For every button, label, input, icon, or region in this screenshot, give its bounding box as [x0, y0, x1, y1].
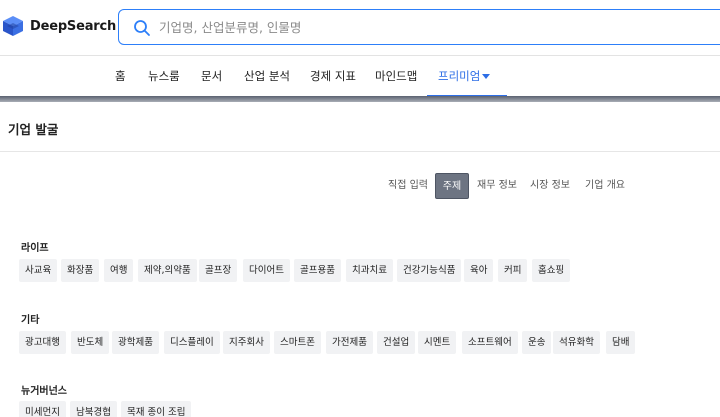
topic-chip[interactable]: 소프트웨어 [462, 331, 518, 354]
search-input[interactable] [159, 10, 699, 44]
topic-chip[interactable]: 반도체 [71, 331, 110, 354]
topic-chip[interactable]: 다이어트 [243, 259, 290, 282]
topic-chip[interactable]: 시멘트 [418, 331, 457, 354]
search-icon[interactable] [133, 19, 151, 37]
top-bar: DeepSearch [0, 0, 720, 56]
topic-chip[interactable]: 가전제품 [326, 331, 373, 354]
topic-chip[interactable]: 화장품 [61, 259, 100, 282]
topic-chip[interactable]: 홈쇼핑 [532, 259, 571, 282]
topic-chip[interactable]: 건설업 [377, 331, 416, 354]
topic-chip[interactable]: 제약,의약품 [138, 259, 197, 282]
tab-topic[interactable]: 주제 [435, 173, 469, 199]
nav-mindmap[interactable]: 마인드맵 [375, 68, 417, 84]
header-shadow [0, 96, 720, 102]
topic-chip[interactable]: 광학제품 [112, 331, 159, 354]
topic-chip[interactable]: 운송 [522, 331, 552, 354]
topic-chip[interactable]: 남북경협 [70, 401, 117, 417]
topic-chip[interactable]: 골프용품 [294, 259, 341, 282]
nav-premium-label: 프리미엄 [438, 69, 481, 83]
page-title: 기업 발굴 [8, 122, 59, 137]
brand-name: DeepSearch [30, 18, 117, 34]
topic-chip[interactable]: 담배 [606, 331, 636, 354]
divider [0, 151, 720, 152]
tab-direct-input[interactable]: 직접 입력 [386, 173, 430, 199]
topic-chip[interactable]: 스마트폰 [274, 331, 321, 354]
topic-chip[interactable]: 광고대행 [19, 331, 66, 354]
tab-market-info[interactable]: 시장 정보 [527, 173, 573, 199]
tab-financial-info[interactable]: 재무 정보 [474, 173, 520, 199]
topic-chip[interactable]: 미세먼지 [19, 401, 66, 417]
nav-newsroom[interactable]: 뉴스룸 [148, 68, 180, 84]
topic-chip[interactable]: 사교육 [19, 259, 58, 282]
topic-chip[interactable]: 디스플레이 [164, 331, 220, 354]
topic-chip[interactable]: 육아 [464, 259, 494, 282]
search-box[interactable] [118, 9, 720, 45]
nav-home[interactable]: 홈 [115, 68, 126, 84]
topic-chip[interactable]: 치과치료 [346, 259, 393, 282]
nav-economic-indicators[interactable]: 경제 지표 [310, 68, 356, 84]
nav-premium[interactable]: 프리미엄 [438, 68, 491, 84]
topic-chip[interactable]: 목재 종이 조립 [121, 401, 192, 417]
section-title: 라이프 [21, 243, 49, 254]
topic-chip[interactable]: 건강기능식품 [397, 259, 462, 282]
tab-company-overview[interactable]: 기업 개요 [582, 173, 628, 199]
section-title: 기타 [21, 315, 40, 326]
topic-chip[interactable]: 골프장 [199, 259, 238, 282]
main-nav: 홈 뉴스룸 문서 산업 분석 경제 지표 마인드맵 프리미엄 [0, 56, 720, 97]
topic-chip[interactable]: 석유화학 [553, 331, 600, 354]
topic-chip[interactable]: 여행 [104, 259, 134, 282]
nav-industry-analysis[interactable]: 산업 분석 [244, 68, 290, 84]
section-title: 뉴거버넌스 [21, 386, 67, 397]
logo[interactable]: DeepSearch [2, 14, 116, 38]
chevron-down-icon [482, 74, 491, 79]
nav-documents[interactable]: 문서 [201, 68, 222, 84]
topic-chip[interactable]: 커피 [498, 259, 528, 282]
logo-icon [3, 16, 23, 36]
topic-chip[interactable]: 지주회사 [223, 331, 270, 354]
